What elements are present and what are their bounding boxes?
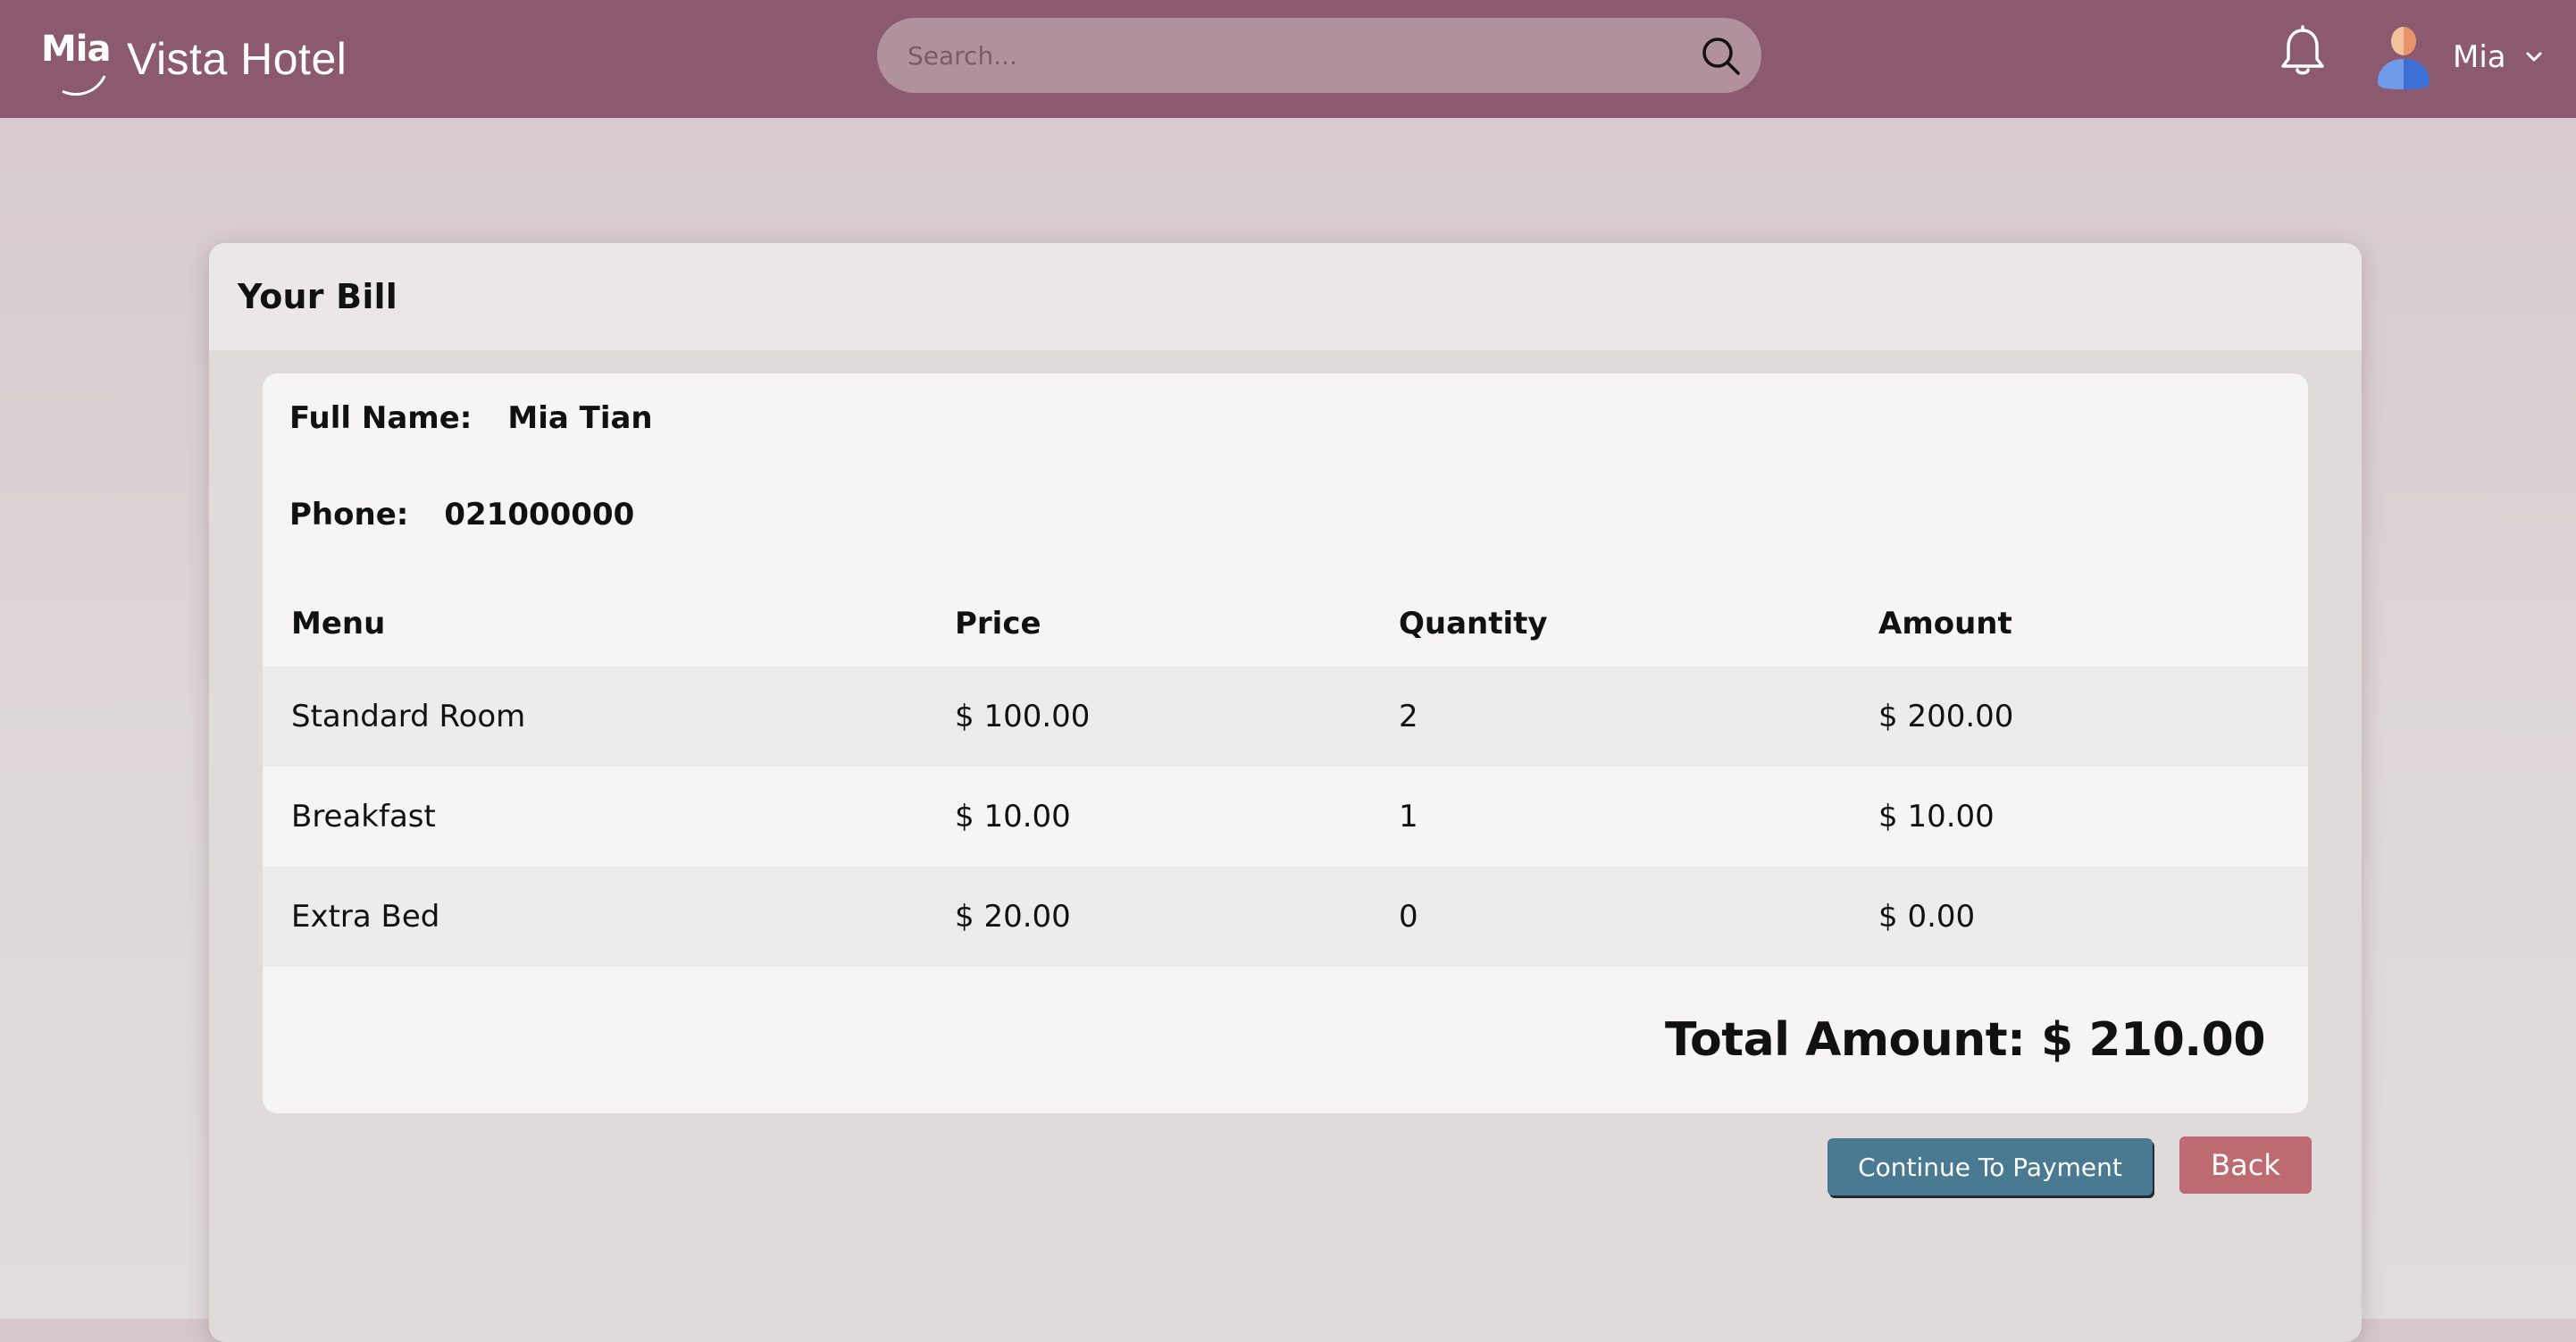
avatar — [2378, 27, 2430, 89]
cell-menu: Standard Room — [291, 699, 526, 734]
user-name: Mia — [2453, 39, 2506, 75]
table-header: Menu Price Quantity Amount — [263, 581, 2308, 667]
phone-value: 021000000 — [444, 497, 635, 533]
cell-menu: Breakfast — [291, 799, 436, 835]
full-name-row: Full Name: Mia Tian — [289, 400, 653, 436]
brand[interactable]: Mia Vista Hotel — [33, 13, 347, 105]
search-input[interactable] — [907, 29, 1676, 82]
cell-quantity: 1 — [1399, 799, 1418, 835]
chevron-down-icon[interactable] — [2524, 51, 2544, 63]
cell-amount: $ 10.00 — [1878, 799, 1995, 835]
phone-label: Phone: — [289, 497, 409, 533]
cell-quantity: 0 — [1399, 899, 1418, 935]
user-menu[interactable]: Mia — [2372, 20, 2544, 95]
column-header-amount: Amount — [1878, 606, 2012, 642]
total-amount: Total Amount: $ 210.00 — [1664, 1013, 2266, 1067]
cell-price: $ 100.00 — [955, 699, 1091, 734]
search-bar — [877, 18, 1761, 93]
cell-price: $ 10.00 — [955, 799, 1071, 835]
bill-details: Full Name: Mia Tian Phone: 021000000 Men… — [263, 373, 2308, 1113]
back-button[interactable]: Back — [2179, 1137, 2312, 1194]
top-navigation-bar: Mia Vista Hotel Mia — [0, 0, 2576, 118]
full-name-label: Full Name: — [289, 400, 473, 436]
full-name-value: Mia Tian — [507, 400, 653, 436]
bell-icon[interactable] — [2278, 25, 2328, 79]
page-title: Your Bill — [238, 277, 397, 316]
phone-row: Phone: 021000000 — [289, 497, 634, 533]
cell-price: $ 20.00 — [955, 899, 1071, 935]
cell-amount: $ 200.00 — [1878, 699, 2014, 734]
search-icon[interactable] — [1701, 36, 1742, 77]
card-header: Your Bill — [209, 243, 2362, 350]
app-title: Vista Hotel — [127, 34, 347, 84]
column-header-quantity: Quantity — [1399, 606, 1548, 642]
table-row: Standard Room $ 100.00 2 $ 200.00 — [263, 667, 2308, 767]
column-header-menu: Menu — [291, 606, 386, 642]
continue-to-payment-button[interactable]: Continue To Payment — [1827, 1138, 2153, 1195]
column-header-price: Price — [955, 606, 1041, 642]
table-row: Extra Bed $ 20.00 0 $ 0.00 — [263, 867, 2308, 967]
table-row: Breakfast $ 10.00 1 $ 10.00 — [263, 767, 2308, 867]
logo: Mia — [33, 20, 119, 105]
cell-amount: $ 0.00 — [1878, 899, 1976, 935]
cell-menu: Extra Bed — [291, 899, 440, 935]
cell-quantity: 2 — [1399, 699, 1418, 734]
